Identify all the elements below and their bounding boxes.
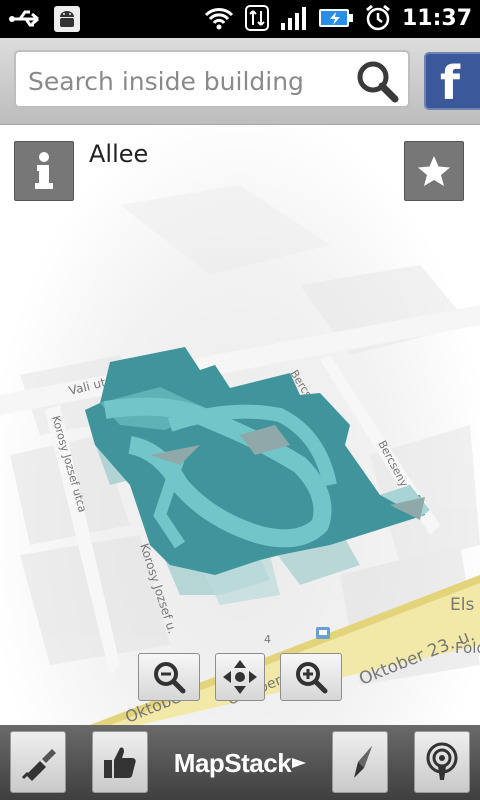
data-transfer-icon [244,5,269,31]
android-debug-icon [54,6,80,32]
thumbs-up-icon [104,747,136,778]
facebook-button[interactable]: f [424,52,480,110]
zoom-in-icon [296,662,328,694]
podcast-button[interactable] [414,731,470,793]
info-icon [35,152,53,189]
pan-button[interactable] [215,653,265,701]
compass-button[interactable] [332,731,388,793]
map-canvas[interactable]: Vali utca Bercsenyi utca Bercsenyi utca … [0,125,480,725]
signal-icon [280,7,306,30]
pan-arrows-icon [223,660,257,694]
broadcast-icon [426,742,458,780]
brand-arrow-icon [292,758,307,768]
compass-icon [354,746,372,778]
mapstack-logo: MapStack [160,739,320,787]
info-button[interactable] [14,141,74,201]
search-box[interactable] [14,50,410,108]
zoom-in-button[interactable] [280,653,342,701]
star-icon [418,156,450,186]
alarm-icon [366,4,390,31]
style-button[interactable] [10,731,66,793]
wifi-icon [204,8,234,30]
top-bar: f [0,38,480,125]
place-label-fold: Fold [455,639,480,657]
brand-name: MapStack [173,747,292,778]
search-icon[interactable] [354,58,400,104]
place-label-els: Els [450,595,474,615]
battery-charging-icon [318,9,353,27]
favorite-button[interactable] [404,141,464,201]
zoom-out-icon [154,662,186,694]
facebook-icon: f [440,56,461,110]
transit-icon [316,627,330,639]
like-button[interactable] [92,731,148,793]
zoom-out-button[interactable] [138,653,200,701]
place-title: Allee [89,140,149,168]
search-input[interactable] [26,62,350,100]
bottom-bar: MapStack [0,725,480,800]
paintbrush-icon [21,749,56,781]
map-view[interactable]: Vali utca Bercsenyi utca Bercsenyi utca … [0,125,480,725]
status-time: 11:37 [401,5,472,31]
usb-icon [9,10,39,27]
map-number-label: 4 [264,633,271,646]
status-bar: 11:37 [0,0,480,38]
